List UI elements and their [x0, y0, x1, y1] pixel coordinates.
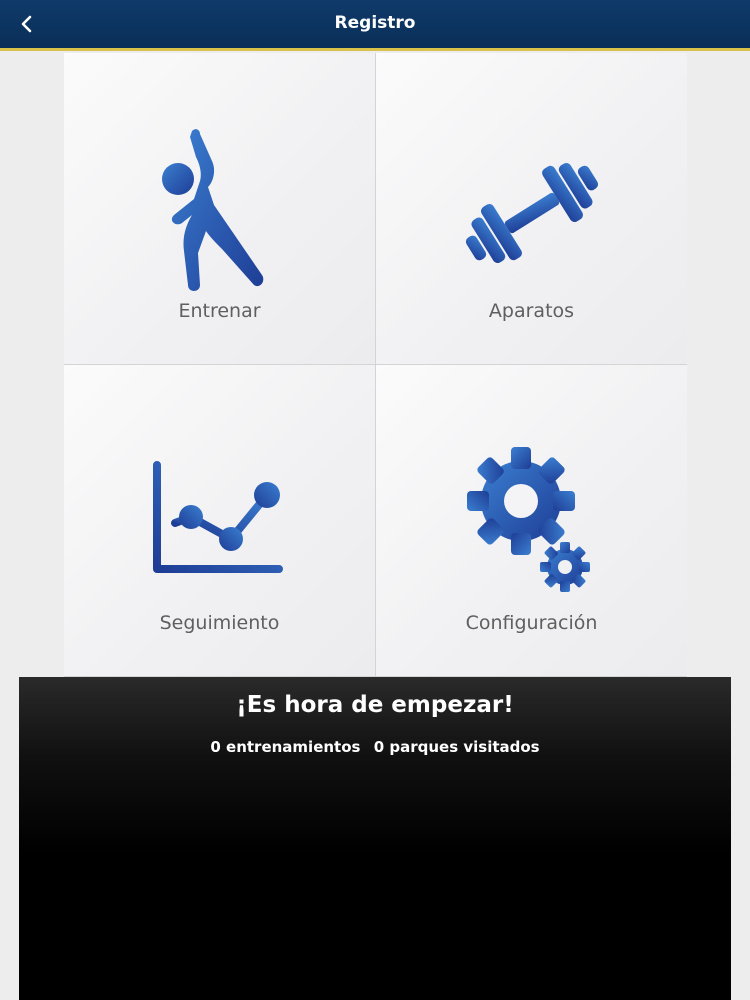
tile-entrenar[interactable]: Entrenar [64, 53, 375, 364]
stats-summary: 0 entrenamientos 0 parques visitados [19, 738, 731, 756]
tile-configuracion[interactable]: Configuración [376, 365, 687, 676]
workouts-count: 0 entrenamientos [210, 738, 361, 756]
motivation-banner: ¡Es hora de empezar! 0 entrenamientos 0 … [19, 677, 731, 1000]
gears-icon [466, 447, 590, 592]
stretching-person-icon [161, 129, 263, 291]
tile-seguimiento[interactable]: Seguimiento [64, 365, 375, 676]
banner-title: ¡Es hora de empezar! [236, 692, 514, 718]
tile-label: Seguimiento [159, 612, 280, 634]
dumbbell-icon [465, 162, 598, 264]
menu-grid: Entrenar Aparatos Seguimiento Configurac… [64, 53, 687, 677]
tile-label: Entrenar [178, 300, 261, 322]
page-title: Registro [334, 13, 416, 33]
tile-aparatos[interactable]: Aparatos [376, 53, 687, 364]
top-bar: Registro [0, 0, 750, 51]
tile-label: Configuración [465, 612, 598, 634]
tile-label: Aparatos [488, 300, 575, 322]
parks-visited-count: 0 parques visitados [373, 738, 540, 756]
line-chart-icon [152, 461, 283, 573]
